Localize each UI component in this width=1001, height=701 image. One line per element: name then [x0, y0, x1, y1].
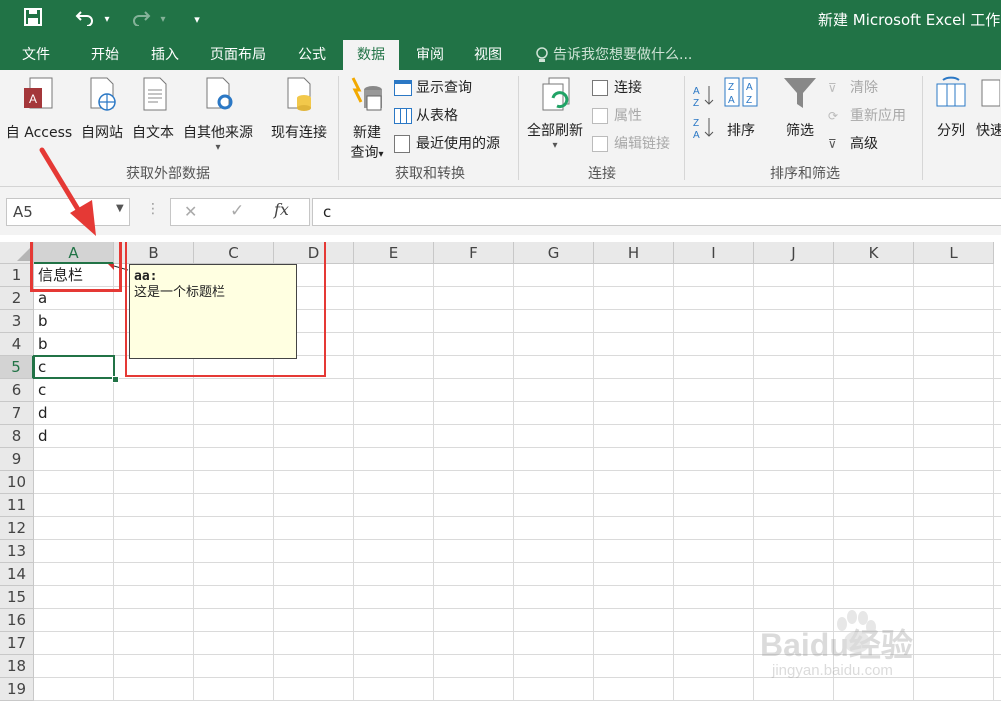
arrow-annotation-icon: [39, 147, 96, 236]
